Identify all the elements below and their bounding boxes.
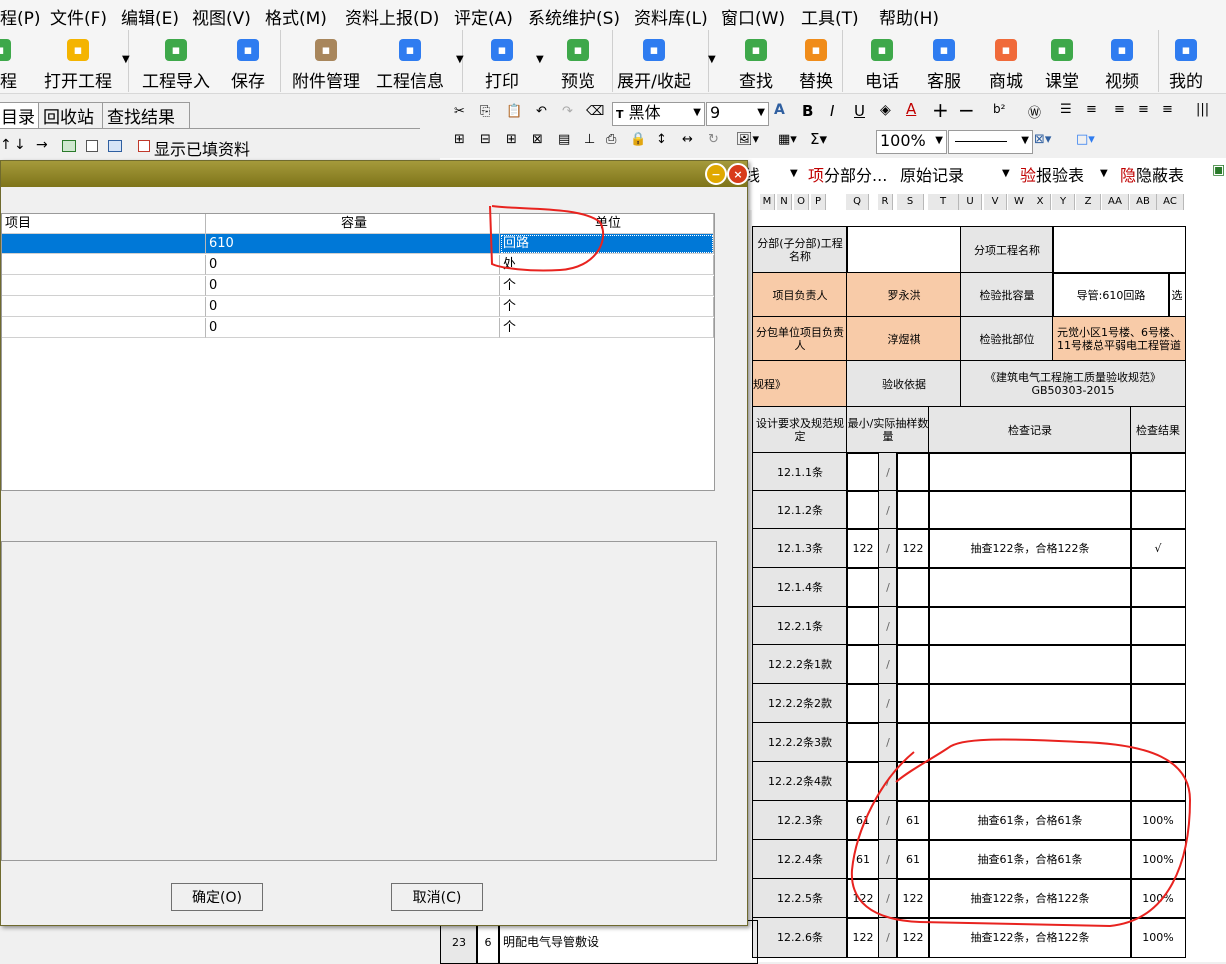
annotation-circle-unit <box>489 205 605 272</box>
annotation-overlay <box>489 205 1192 928</box>
annotation-circle-rows <box>850 738 1192 928</box>
